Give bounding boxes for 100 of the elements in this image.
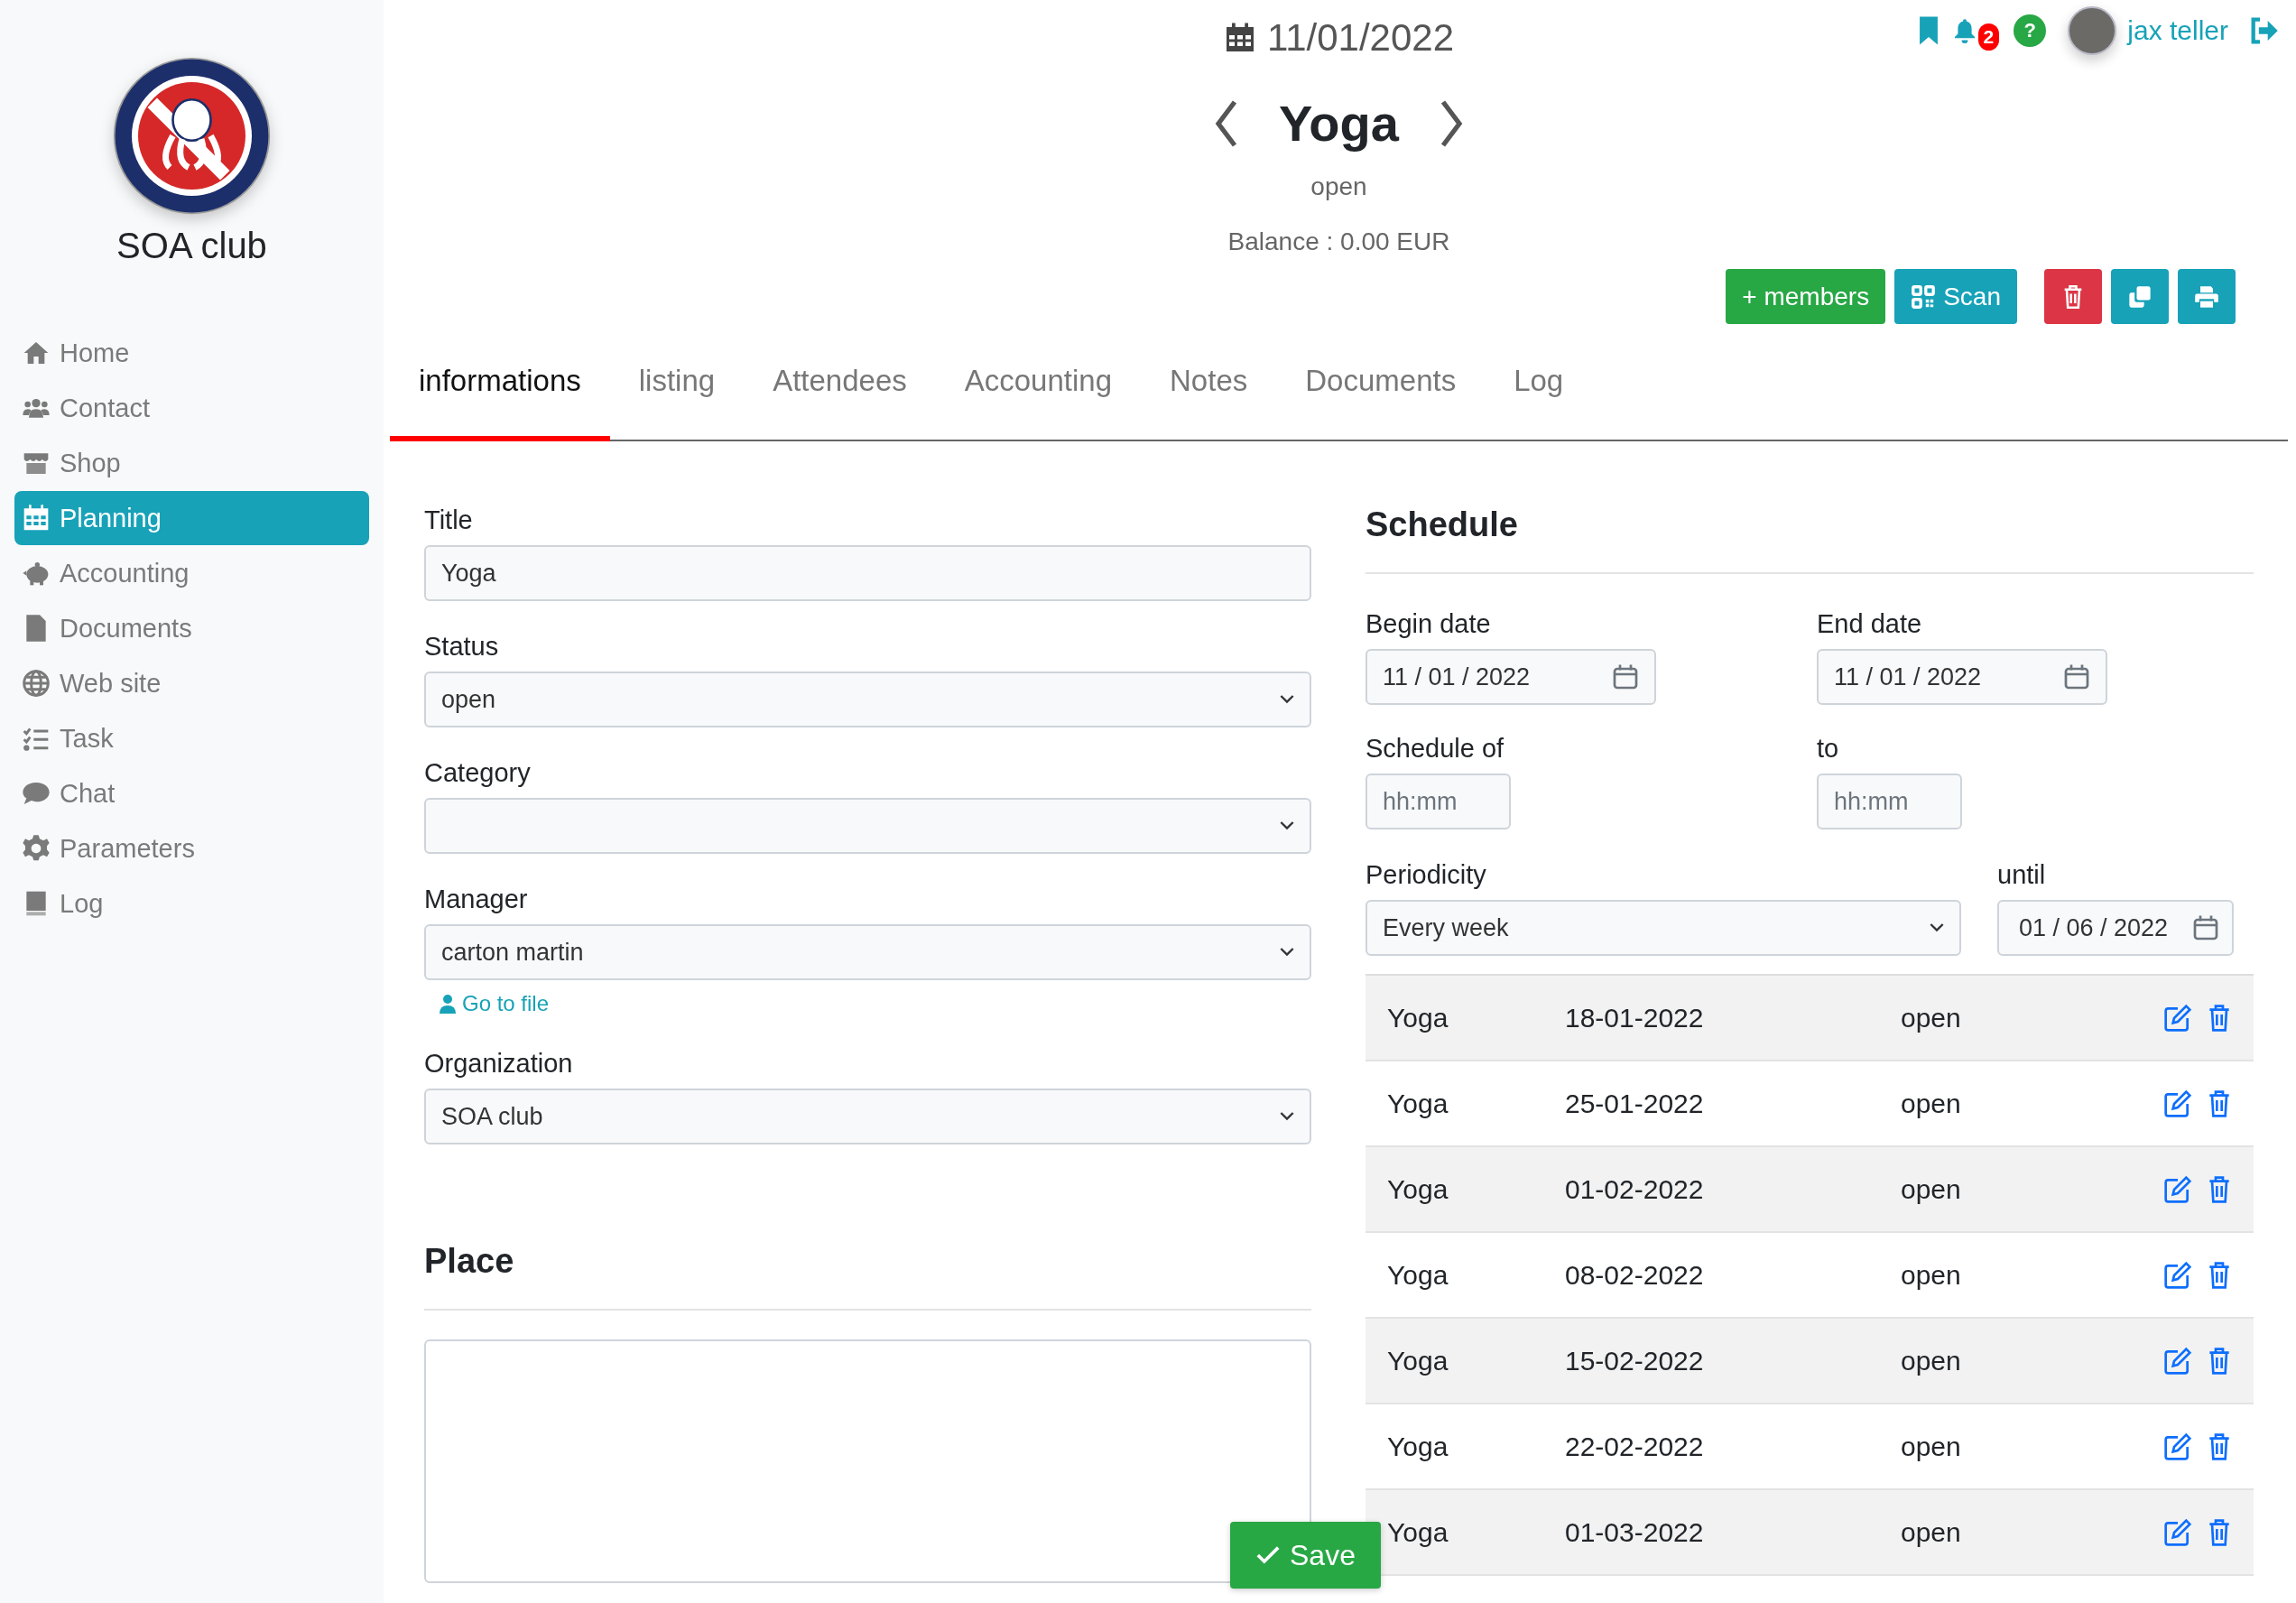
field-label: Category (424, 757, 532, 789)
sidebar-item[interactable]: Documents (14, 601, 369, 655)
person-icon (439, 994, 457, 1014)
table-cell-text: Yoga (1387, 1345, 1449, 1376)
add-members-button[interactable]: + members (1726, 269, 1886, 324)
table-cell-text: Yoga (1387, 1516, 1449, 1548)
field-label: Begin date (1366, 608, 1492, 640)
event-date: 11/01/2022 (1266, 16, 1455, 60)
sidebar-item[interactable]: Home (14, 326, 369, 380)
table-cell-text: 15-02-2022 (1565, 1345, 1705, 1376)
event-title: Yoga (1279, 94, 1399, 153)
sidebar-item[interactable]: Accounting (14, 546, 369, 600)
table-cell-text: 22-02-2022 (1565, 1431, 1705, 1462)
event-status: open (1310, 172, 1367, 201)
edit-icon[interactable] (2163, 1432, 2192, 1461)
field-label: Periodicity (1366, 859, 1487, 891)
user-name-link[interactable]: jax teller (2127, 15, 2228, 46)
tab[interactable]: Notes (1141, 341, 1277, 441)
table-cell-text: Yoga (1387, 1173, 1449, 1205)
sidebar-item[interactable]: Parameters (14, 821, 369, 876)
field-label: Manager (424, 884, 529, 915)
table-cell-text: open (1901, 1173, 1962, 1205)
user-avatar[interactable] (2068, 6, 2117, 55)
organization-select[interactable]: SOA club (424, 1089, 1311, 1144)
table-cell-text: open (1901, 1002, 1962, 1033)
scan-button[interactable]: Scan (1894, 269, 2017, 324)
logout-icon[interactable] (2250, 17, 2279, 44)
globe-icon (22, 669, 51, 698)
table-cell-text: 25-01-2022 (1565, 1088, 1705, 1119)
table-cell-text: open (1901, 1345, 1962, 1376)
notification-count: 2 (1977, 23, 2000, 51)
sidebar-item[interactable]: Log (14, 876, 369, 931)
table-cell-text: 18-01-2022 (1565, 1002, 1705, 1033)
settings-icon (22, 834, 51, 863)
sidebar-item[interactable]: Contact (14, 381, 369, 435)
table-cell-text: open (1901, 1259, 1962, 1291)
table-cell-text: open (1901, 1516, 1962, 1548)
sidebar-item[interactable]: Web site (14, 656, 369, 710)
print-button[interactable] (2178, 269, 2236, 324)
dropdown-chevron-icon (1280, 694, 1294, 705)
field-label: until (1997, 859, 2047, 891)
dropdown-chevron-icon (1280, 947, 1294, 958)
until-date-input[interactable]: 01 / 06 / 2022 (1997, 900, 2234, 956)
calendar-icon (2192, 914, 2219, 941)
end-time-input[interactable]: hh:mm (1817, 774, 1962, 829)
edit-icon[interactable] (2163, 1174, 2192, 1204)
go-to-file-link[interactable]: Go to file (439, 991, 550, 1016)
table-cell-text: Yoga (1387, 1259, 1449, 1291)
tab[interactable]: informations (390, 341, 610, 441)
dropdown-chevron-icon (1930, 922, 1944, 933)
edit-icon[interactable] (2163, 1517, 2192, 1547)
tab[interactable]: listing (609, 341, 745, 441)
duplicate-button[interactable] (2111, 269, 2169, 324)
tab[interactable]: Log (1485, 341, 1593, 441)
tab[interactable]: Attendees (744, 341, 936, 441)
table-cell-text: 08-02-2022 (1565, 1259, 1705, 1291)
delete-button[interactable] (2044, 269, 2102, 324)
status-select[interactable]: open (424, 672, 1311, 727)
sidebar-item[interactable]: Planning (14, 491, 369, 545)
edit-icon[interactable] (2163, 1003, 2192, 1033)
field-label: Schedule of (1366, 733, 1505, 764)
edit-icon[interactable] (2163, 1260, 2192, 1290)
balance-text: Balance : 0.00 EUR (1227, 227, 1450, 256)
edit-icon[interactable] (2163, 1346, 2192, 1376)
sidebar-item[interactable]: Task (14, 711, 369, 765)
table-cell-text: Yoga (1387, 1431, 1449, 1462)
printer-icon (2194, 283, 2219, 310)
dropdown-chevron-icon (1280, 820, 1294, 831)
table-cell-text: 01-03-2022 (1565, 1516, 1705, 1548)
copy-icon (2127, 283, 2152, 310)
field-label: to (1817, 733, 1840, 764)
save-button[interactable]: Save (1230, 1522, 1381, 1589)
table-cell-text: Yoga (1387, 1002, 1449, 1033)
sidebar-item[interactable]: Shop (14, 436, 369, 490)
title-input[interactable]: Yoga (424, 545, 1311, 601)
calendar-icon (1612, 663, 1639, 690)
edit-icon[interactable] (2163, 1089, 2192, 1118)
table-cell-text: Yoga (1387, 1088, 1449, 1119)
calendar-icon (22, 504, 51, 533)
start-time-input[interactable]: hh:mm (1366, 774, 1511, 829)
table-cell-text: open (1901, 1431, 1962, 1462)
field-label: End date (1817, 608, 1923, 640)
sidebar-item[interactable]: Chat (14, 766, 369, 820)
field-label: Title (424, 505, 474, 536)
table-cell-text: open (1901, 1088, 1962, 1119)
section-heading: Place (424, 1241, 515, 1282)
table-cell-text: 01-02-2022 (1565, 1173, 1705, 1205)
begin-date-input[interactable]: 11 / 01 / 2022 (1366, 649, 1656, 705)
end-date-input[interactable]: 11 / 01 / 2022 (1817, 649, 2107, 705)
tab[interactable]: Documents (1276, 341, 1486, 441)
section-heading: Schedule (1366, 505, 1519, 545)
help-button[interactable]: ? (2014, 14, 2047, 47)
club-name: SOA club (116, 226, 267, 266)
calendar-icon (2063, 663, 2090, 690)
dropdown-chevron-icon (1280, 1111, 1294, 1122)
manager-select[interactable]: carton martin (424, 924, 1311, 980)
tab[interactable]: Accounting (935, 341, 1142, 441)
qr-code-icon (1911, 283, 1937, 310)
periodicity-select[interactable]: Every week (1366, 900, 1961, 956)
field-label: Status (424, 631, 500, 663)
